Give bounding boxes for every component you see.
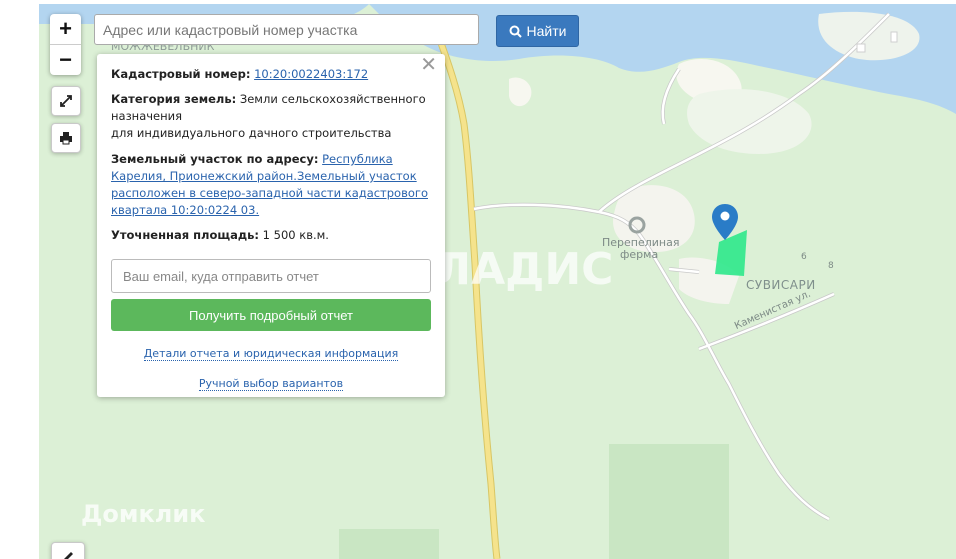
search-button[interactable]: Найти: [496, 15, 579, 47]
parcel-info-panel: ✕ Кадастровый номер: 10:20:0022403:172 К…: [97, 54, 445, 397]
pencil-icon: [64, 552, 73, 559]
cadastral-row: Кадастровый номер: 10:20:0022403:172: [111, 66, 433, 83]
house-number-8: 8: [828, 261, 834, 271]
email-field[interactable]: [111, 259, 431, 293]
forest-zone: [609, 444, 729, 559]
printer-icon: [60, 132, 72, 145]
zoom-in-button[interactable]: +: [50, 14, 81, 45]
category-label: Категория земель:: [111, 92, 237, 106]
draw-button[interactable]: [51, 542, 85, 559]
clearing: [509, 77, 532, 107]
cadastral-link[interactable]: 10:20:0022403:172: [254, 67, 368, 81]
print-button[interactable]: [51, 123, 81, 153]
address-row: Земельный участок по адресу: Республика …: [111, 151, 433, 219]
domclick-watermark: Домклик: [81, 500, 206, 528]
search-icon: [509, 25, 522, 38]
fullscreen-button[interactable]: [51, 86, 81, 116]
manual-selection-link[interactable]: Ручной выбор вариантов: [198, 377, 344, 391]
search-input[interactable]: [94, 14, 479, 45]
area-row: Уточненная площадь: 1 500 кв.м.: [111, 227, 433, 244]
report-details-link[interactable]: Детали отчета и юридическая информация: [143, 347, 399, 361]
category-row: Категория земель: Земли сельскохозяйстве…: [111, 91, 433, 142]
search-button-label: Найти: [526, 23, 567, 39]
map-canvas[interactable]: МОЖЖЕВЕЛЬНИК Перепелиная ферма СУВИСАРИ …: [39, 4, 956, 559]
building: [856, 43, 866, 53]
forest-zone: [339, 529, 439, 559]
address-label: Земельный участок по адресу:: [111, 152, 319, 166]
land-parcel: [715, 230, 747, 276]
zoom-out-button[interactable]: −: [50, 45, 81, 75]
building: [890, 31, 898, 43]
zoom-control: + −: [50, 14, 81, 75]
expand-icon: [60, 95, 72, 107]
house-number-6: 6: [801, 252, 807, 262]
report-details-link-row: Детали отчета и юридическая информация: [97, 345, 445, 362]
get-report-button[interactable]: Получить подробный отчет: [111, 299, 431, 331]
cadastral-label: Кадастровый номер:: [111, 67, 251, 81]
manual-selection-link-row: Ручной выбор вариантов: [97, 375, 445, 392]
poi-label-line2: ферма: [620, 248, 659, 261]
area-label: Уточненная площадь:: [111, 228, 260, 242]
location-marker: [712, 204, 738, 240]
area-value: 1 500 кв.м.: [262, 228, 329, 242]
category-subvalue: для индивидуального дачного строительств…: [111, 126, 392, 140]
